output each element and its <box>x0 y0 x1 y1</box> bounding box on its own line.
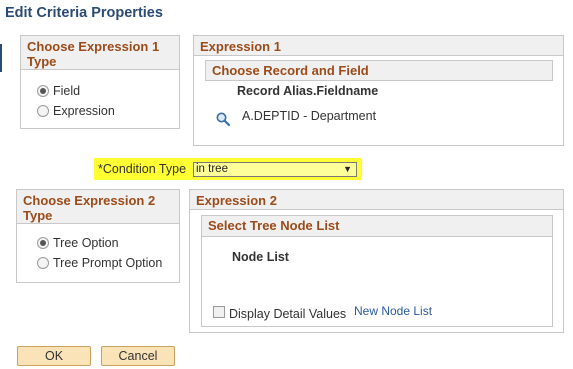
expression2-header: Expression 2 <box>190 190 563 210</box>
cancel-button[interactable]: Cancel <box>101 346 175 366</box>
field-value: A.DEPTID - Department <box>242 109 377 123</box>
radio-tree-prompt-option[interactable]: Tree Prompt Option <box>37 256 162 270</box>
dropdown-arrow-icon[interactable]: ▼ <box>343 163 352 176</box>
radio-button[interactable] <box>37 85 49 97</box>
lookup-icon[interactable] <box>215 111 231 127</box>
condition-type-label: *Condition Type <box>98 162 187 176</box>
condition-type-value: in tree <box>196 163 228 175</box>
left-edge-marker <box>0 44 2 72</box>
radio-label: Expression <box>53 104 115 118</box>
expression2-type-header: Choose Expression 2 Type <box>17 190 179 224</box>
page-title: Edit Criteria Properties <box>5 5 163 21</box>
radio-button[interactable] <box>37 237 49 249</box>
new-node-list-link[interactable]: New Node List <box>354 304 432 318</box>
expression1-header: Expression 1 <box>194 36 563 56</box>
record-field-group: Choose Record and Field <box>205 60 553 81</box>
ok-button[interactable]: OK <box>17 346 91 366</box>
radio-button[interactable] <box>37 105 49 117</box>
radio-label: Tree Prompt Option <box>53 256 163 270</box>
radio-expression[interactable]: Expression <box>37 104 115 118</box>
record-field-header: Choose Record and Field <box>212 63 369 78</box>
condition-type-select[interactable]: in tree ▼ <box>193 162 357 177</box>
radio-label: Tree Option <box>53 236 119 250</box>
node-list-label: Node List <box>232 250 289 264</box>
record-alias-column-label: Record Alias.Fieldname <box>237 84 379 98</box>
radio-field[interactable]: Field <box>37 84 80 98</box>
tree-node-list-header: Select Tree Node List <box>202 216 552 237</box>
display-detail-checkbox[interactable] <box>213 306 225 318</box>
radio-label: Field <box>53 84 81 98</box>
radio-tree-option[interactable]: Tree Option <box>37 236 119 250</box>
display-detail-label: Display Detail Values <box>229 307 347 321</box>
radio-button[interactable] <box>37 257 49 269</box>
expression1-type-header: Choose Expression 1 Type <box>21 36 179 70</box>
